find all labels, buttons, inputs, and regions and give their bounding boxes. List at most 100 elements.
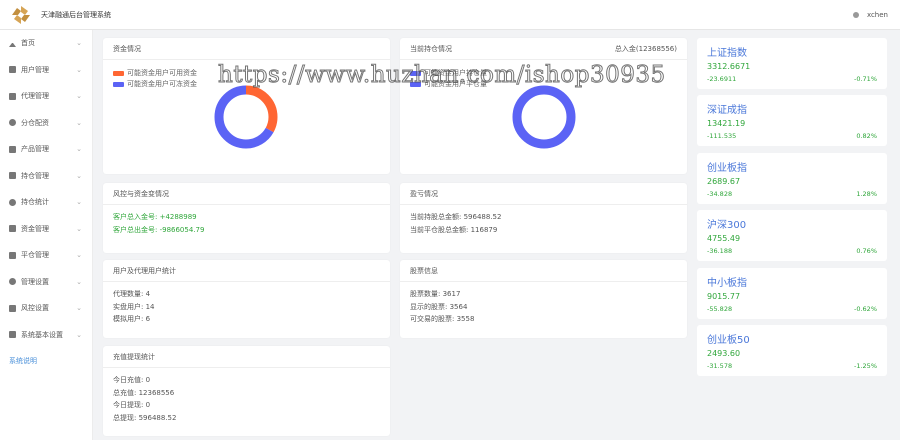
chevron-down-icon: ⌄: [76, 330, 82, 339]
chevron-down-icon: ⌄: [76, 277, 82, 286]
sidebar-item-label: 分仓配资: [21, 118, 49, 127]
sidebar-item[interactable]: 产品管理 ⌄: [0, 136, 92, 163]
index-name: 上证指数: [707, 48, 747, 59]
chevron-down-icon: ⌄: [76, 92, 82, 100]
chevron-down-icon: ⌄: [76, 65, 82, 74]
sidebar-item-label: 产品管理: [21, 145, 49, 154]
index-card[interactable]: 创业板50 2493.60 -31.578 -1.25%: [697, 325, 887, 376]
sidebar-item-label: 持仓管理: [21, 171, 49, 180]
shown-stocks-row: 显示的股票: 3564: [410, 302, 468, 311]
chevron-down-icon: ⌄: [76, 251, 82, 259]
close-position-icon: [9, 251, 16, 259]
sidebar-item-label: 系统说明: [9, 357, 37, 366]
chevron-down-icon: ⌄: [76, 145, 82, 153]
sidebar-item[interactable]: 风控设置 ⌄: [0, 295, 92, 322]
sidebar-item-label: 风控设置: [21, 304, 49, 313]
sidebar: 首页 ⌄ 用户管理 ⌄ 代理管理 ⌄ 分仓配资 ⌄ 产品管理 ⌄ 持仓管理 ⌄ 持仓统计 ⌄ 资金管理 ⌄ 平仓…: [0, 30, 93, 440]
index-value: 4755.49: [707, 234, 741, 243]
sidebar-item[interactable]: 持仓管理 ⌄: [0, 163, 92, 190]
index-name: 创业板指: [707, 163, 747, 174]
total-recharge-row: 总充值: 12368556: [113, 388, 175, 397]
index-percent: -0.71%: [854, 75, 877, 83]
sidebar-item[interactable]: 首页 ⌄: [0, 30, 92, 57]
sidebar-item-label: 用户管理: [21, 65, 49, 74]
agent-count-row: 代理数量: 4: [113, 290, 151, 298]
real-users-row: 实盘用户: 14: [113, 302, 155, 311]
sidebar-item[interactable]: 代理管理 ⌄: [0, 83, 92, 110]
today-withdraw-row: 今日提现: 0: [113, 401, 151, 409]
user-avatar-icon[interactable]: [852, 12, 859, 18]
sidebar-item-label: 代理管理: [21, 92, 49, 101]
legend-label: 可能资金用户可冻资金: [127, 80, 197, 88]
sidebar-item-label: 平仓管理: [21, 251, 49, 260]
total-withdraw-row: 客户总出金号: -9866054.79: [113, 225, 205, 234]
index-value: 13421.19: [707, 119, 746, 128]
chevron-down-icon: ⌄: [76, 198, 82, 206]
funds-card: 资金情况 可能资金用户可用资金 可能资金用户可冻资金: [103, 38, 390, 174]
sidebar-item[interactable]: 系统说明: [0, 348, 92, 375]
positions-title: 当前持仓情况: [410, 44, 452, 53]
legend-label: 可能资金用户可用资金: [127, 69, 197, 77]
index-card[interactable]: 中小板指 9015.77 -55.828 -0.62%: [697, 268, 887, 319]
index-value: 2689.67: [707, 177, 741, 186]
risk-funds-card: 风控与资金变情况 客户总入金号: +4288989 客户总出金号: -98660…: [103, 183, 390, 253]
total-deposit-row: 客户总入金号: +4288989: [113, 213, 197, 221]
total-deposit-label: 总入金(12368556): [614, 44, 677, 53]
recharge-title: 充值提现统计: [113, 352, 155, 361]
donut-slice[interactable]: [512, 85, 576, 149]
sidebar-item[interactable]: 系统基本设置 ⌄: [0, 322, 92, 349]
index-change: -34.828: [707, 190, 733, 198]
index-percent: 1.28%: [856, 190, 877, 198]
stats-icon: [9, 198, 16, 206]
watermark-text: https://www.huzhan.com/ishop30935: [218, 62, 666, 89]
index-card[interactable]: 沪深300 4755.49 -36.188 0.76%: [697, 210, 887, 261]
box-icon: [9, 119, 16, 127]
username[interactable]: xchen: [867, 11, 888, 19]
index-name: 创业板50: [707, 335, 750, 346]
sidebar-item[interactable]: 资金管理 ⌄: [0, 216, 92, 243]
sidebar-item[interactable]: 管理设置 ⌄: [0, 269, 92, 296]
index-value: 9015.77: [707, 292, 741, 301]
index-name: 深证成指: [707, 105, 747, 116]
sidebar-item[interactable]: 分仓配资 ⌄: [0, 110, 92, 137]
chart-icon: [9, 92, 16, 100]
index-value: 3312.6671: [707, 62, 751, 71]
index-name: 沪深300: [707, 220, 747, 231]
profit-loss-title: 盈亏情况: [410, 189, 438, 198]
holding-amount-row: 当前持股总金额: 596488.52: [410, 213, 502, 221]
recharge-card: 充值提现统计 今日充值: 0 总充值: 12368556 今日提现: 0 总提现…: [103, 346, 390, 436]
chevron-down-icon: ⌄: [76, 224, 82, 233]
demo-users-row: 模拟用户: 6: [113, 315, 151, 323]
positions-card: 当前持仓情况 总入金(12368556) 可能资金用户持仓量 可能资金用户平仓量: [400, 38, 687, 174]
index-percent: 0.76%: [856, 247, 877, 255]
user-icon: [9, 66, 16, 74]
tradable-stocks-row: 可交易的股票: 3558: [410, 315, 475, 323]
chevron-down-icon: ⌄: [76, 171, 82, 180]
sidebar-item-label: 首页: [21, 39, 35, 48]
closed-amount-row: 当前平仓股总金额: 116879: [410, 225, 498, 234]
legend-swatch: [113, 71, 124, 76]
index-name: 中小板指: [707, 278, 747, 289]
today-recharge-row: 今日充值: 0: [113, 376, 151, 384]
total-withdraw-row: 总提现: 596488.52: [113, 413, 177, 422]
index-change: -31.578: [707, 362, 733, 370]
product-icon: [9, 145, 16, 153]
stocks-title: 股票信息: [410, 266, 438, 275]
sidebar-item-label: 管理设置: [21, 277, 49, 286]
index-card[interactable]: 创业板指 2689.67 -34.828 1.28%: [697, 153, 887, 204]
index-card[interactable]: 深证成指 13421.19 -111.535 0.82%: [697, 95, 887, 146]
sidebar-item[interactable]: 平仓管理 ⌄: [0, 242, 92, 269]
money-icon: [9, 225, 16, 233]
index-percent: 0.82%: [856, 132, 877, 140]
settings-icon: [9, 278, 16, 286]
top-bar: 天津融通后台管理系统 xchen: [0, 0, 900, 30]
index-change: -111.535: [707, 132, 737, 140]
funds-title: 资金情况: [113, 44, 141, 53]
sidebar-item-label: 资金管理: [21, 224, 49, 233]
home-icon: [9, 40, 16, 47]
funds-donut-chart: [214, 85, 278, 149]
sidebar-item[interactable]: 持仓统计 ⌄: [0, 189, 92, 216]
sidebar-item[interactable]: 用户管理 ⌄: [0, 57, 92, 84]
index-change: -55.828: [707, 305, 733, 313]
index-card[interactable]: 上证指数 3312.6671 -23.6911 -0.71%: [697, 38, 887, 89]
